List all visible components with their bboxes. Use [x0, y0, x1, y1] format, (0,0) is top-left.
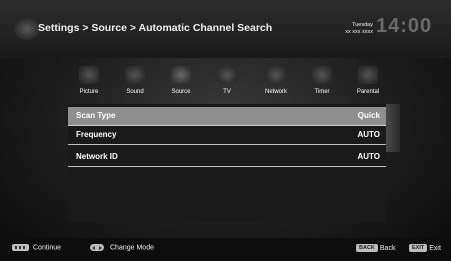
exit-label: Exit — [429, 244, 441, 252]
exit-key-icon: EXIT — [409, 244, 428, 252]
continue-hint[interactable]: Continue — [12, 244, 61, 254]
change-mode-hint[interactable]: Change Mode — [90, 244, 154, 254]
exit-hint[interactable]: EXIT Exit — [409, 244, 441, 254]
setting-label: Network ID — [76, 152, 118, 161]
clock: 14:00 — [376, 15, 433, 37]
tab-label: Parental — [356, 89, 380, 95]
setting-value: AUTO — [357, 130, 380, 139]
source-icon — [171, 66, 191, 84]
tab-label: TV — [223, 89, 231, 95]
tv-icon — [217, 66, 237, 84]
tab-parental[interactable]: Parental — [347, 62, 389, 100]
sound-icon — [125, 66, 145, 84]
tab-sound[interactable]: Sound — [114, 62, 156, 100]
day-label: Tuesday — [352, 22, 373, 28]
setting-row-frequency[interactable]: Frequency AUTO — [68, 126, 386, 145]
ok-key-icon — [12, 244, 29, 251]
header-bar: Settings > Source > Automatic Channel Se… — [0, 0, 451, 58]
back-hint[interactable]: BACK Back — [356, 244, 395, 254]
setting-value: AUTO — [357, 152, 380, 161]
change-mode-label: Change Mode — [110, 244, 154, 252]
parental-icon — [358, 66, 378, 84]
tab-network[interactable]: Network — [255, 62, 297, 100]
tv-menu-screen: Settings > Source > Automatic Channel Se… — [0, 0, 451, 261]
tab-source[interactable]: Source — [160, 62, 202, 100]
scrollbar[interactable] — [386, 104, 400, 152]
setting-label: Scan Type — [76, 111, 116, 120]
menu-logo-icon — [14, 18, 40, 40]
footer-hints: Continue Change Mode BACK Back EXIT Exit — [0, 238, 451, 261]
picture-icon — [79, 66, 99, 84]
category-tabs: Picture Sound Source TV Network Timer Pa… — [68, 62, 386, 100]
continue-label: Continue — [33, 244, 62, 252]
breadcrumb: Settings > Source > Automatic Channel Se… — [38, 22, 273, 34]
setting-row-scan-type[interactable]: Scan Type Quick — [68, 107, 386, 126]
back-key-icon: BACK — [356, 244, 378, 252]
date-display: Tuesday xx xxx xxxx — [343, 22, 373, 36]
tab-timer[interactable]: Timer — [301, 62, 343, 100]
setting-label: Frequency — [76, 130, 117, 139]
setting-value: Quick — [357, 111, 380, 120]
tab-picture[interactable]: Picture — [68, 62, 110, 100]
left-right-arrows-icon — [90, 244, 104, 251]
back-label: Back — [379, 244, 396, 252]
timer-icon — [312, 66, 332, 84]
setting-row-network-id[interactable]: Network ID AUTO — [68, 148, 386, 167]
date-label: xx xxx xxxx — [345, 29, 373, 35]
tab-tv[interactable]: TV — [206, 62, 248, 100]
network-icon — [266, 66, 286, 84]
